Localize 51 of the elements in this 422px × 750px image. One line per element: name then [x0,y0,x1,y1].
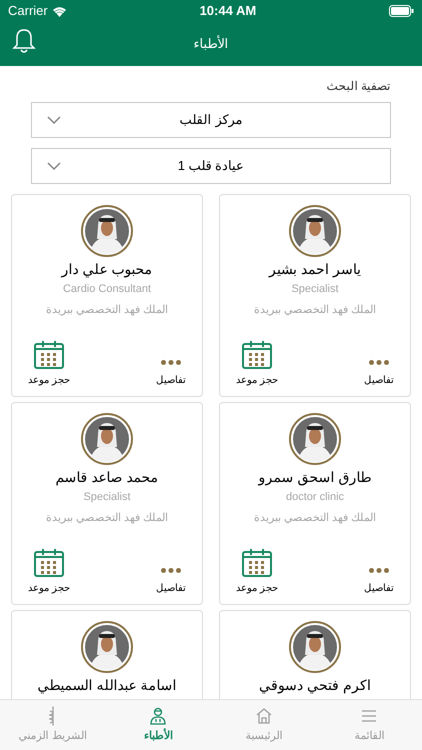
calendar-icon[interactable] [242,341,272,369]
doctor-name: محمد صاعد قاسم [56,469,158,485]
avatar-icon [81,413,133,465]
more-icon [161,360,181,365]
header-title: الأطباء [194,34,228,54]
doctor-name: محبوب علي دار [62,261,152,277]
book-appointment-button[interactable]: حجز موعد [236,549,278,596]
book-appointment-button[interactable]: حجز موعد [28,549,70,596]
more-icon [369,360,389,365]
tab-item[interactable]: الأطباء [106,700,211,750]
dropdown[interactable]: عيادة قلب 1 [31,148,391,184]
filter-label: تصفية البحث [326,78,391,95]
chevron-down-icon [47,162,61,170]
details-button[interactable]: تفاصيل [364,360,394,388]
book-appointment-button[interactable]: حجز موعد [28,341,70,388]
hospital-name: الملك فهد التخصصي ببريدة [254,510,376,526]
avatar-icon [81,621,133,673]
more-icon [369,568,389,573]
book-appointment-button[interactable]: حجز موعد [236,341,278,388]
more-icon [161,568,181,573]
doctor-specialty: doctor clinic [286,490,344,505]
details-button[interactable]: تفاصيل [364,568,394,596]
calendar-icon[interactable] [34,341,64,369]
avatar-icon [81,205,133,257]
avatar-icon [289,205,341,257]
avatar-icon [289,621,341,673]
details-button[interactable]: تفاصيل [156,568,186,596]
calendar-icon[interactable] [34,549,64,577]
chevron-down-icon [47,116,61,124]
hospital-name: الملك فهد التخصصي ببريدة [254,302,376,318]
doctor-icon [148,706,168,726]
hospital-name: الملك فهد التخصصي ببريدة [46,302,168,318]
wifi-icon [52,6,67,16]
doctor-name: ياسر احمد بشير [269,261,361,277]
status-time: 10:44 AM [200,2,256,20]
dropdown[interactable]: مركز القلب [31,102,391,138]
battery-icon [389,5,414,17]
details-button[interactable]: تفاصيل [156,360,186,388]
doctor-specialty: Specialist [83,490,131,505]
notification-bell-icon[interactable] [12,28,36,54]
doctor-name: طارق اسحق سمرو [258,469,372,485]
carrier-label: Carrier [8,2,48,20]
doctor-specialty: Specialist [291,282,339,297]
calendar-icon[interactable] [242,549,272,577]
avatar-icon [289,413,341,465]
doctor-name: اكرم فتحي دسوقي [259,677,371,693]
doctor-specialty: Cardio Consultant [62,282,152,297]
doctor-card[interactable]: اكرم فتحي دسوقي [219,610,411,699]
doctor-name: اسامة عبدالله السميطي [38,677,176,693]
doctor-card[interactable]: اسامة عبدالله السميطي [11,610,203,699]
hospital-name: الملك فهد التخصصي ببريدة [46,510,168,526]
